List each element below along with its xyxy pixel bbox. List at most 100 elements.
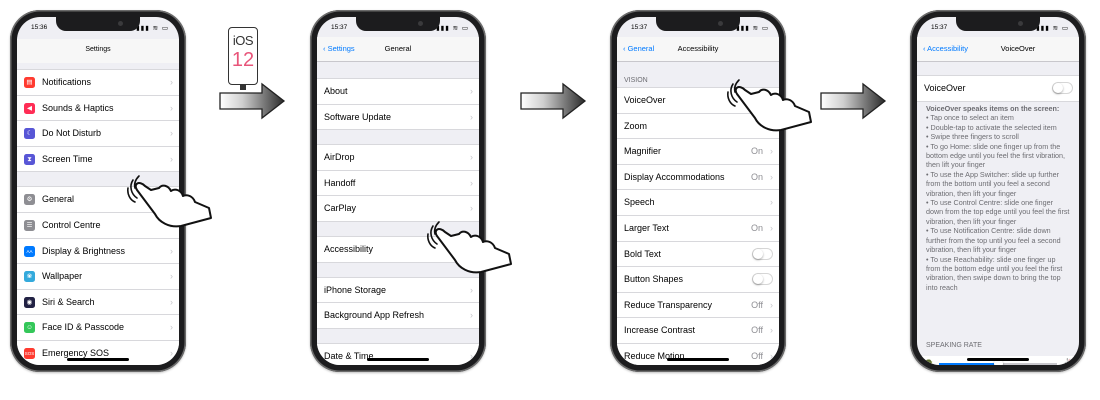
settings-row-do-not-disturb[interactable]: ☾ Do Not Disturb › (17, 121, 179, 147)
general-row-airdrop[interactable]: AirDrop › (317, 144, 479, 171)
accessibility-row-label: Increase Contrast (624, 325, 696, 336)
voiceover-toggle[interactable] (1052, 82, 1073, 94)
voiceover-instruction: • Swipe three fingers to scroll (926, 132, 1019, 142)
voiceover-instruction: • To use Control Centre: slide one finge… (926, 198, 1070, 226)
chevron-right-icon: › (470, 111, 473, 122)
accessibility-row-increase-contrast[interactable]: Increase Contrast Off › (617, 318, 779, 344)
voiceover-toggle-label: VoiceOver (924, 83, 966, 93)
general-row-label: About (324, 86, 348, 96)
accessibility-row-reduce-transparency[interactable]: Reduce Transparency Off › (617, 292, 779, 319)
nav-bar: ‹ Accessibility VoiceOver (917, 37, 1079, 62)
speaking-rate-label: SPEAKING RATE (926, 342, 982, 349)
general-row-handoff[interactable]: Handoff › (317, 170, 479, 197)
accessibility-row-label: VoiceOver (624, 95, 666, 105)
general-row-label: Handoff (324, 177, 356, 188)
chevron-right-icon: › (770, 222, 773, 233)
settings-row-sounds-haptics[interactable]: ◀ Sounds & Haptics › (17, 95, 179, 122)
bold-text-toggle[interactable] (752, 247, 773, 260)
row-value: On (750, 171, 763, 182)
home-indicator (367, 358, 429, 361)
voiceover-instruction: • To use Notification Centre: slide down… (926, 226, 1061, 255)
general-row-label: iPhone Storage (324, 284, 387, 295)
ios-12-badge: iOS 12 (228, 27, 258, 85)
voiceover-description-heading: VoiceOver speaks items on the screen: (926, 104, 1060, 113)
voiceover-toggle-row: VoiceOver (917, 75, 1079, 102)
accessibility-screen: 15:37 ▮▮▮ ≋ ▭ ‹ General Accessibility VI… (617, 17, 779, 365)
wallpaper-icon: ❀ (24, 271, 35, 283)
chevron-right-icon: › (170, 245, 173, 256)
general-row-iphone-storage[interactable]: iPhone Storage › (317, 276, 479, 304)
settings-row-siri-search[interactable]: ◉ Siri & Search › (17, 289, 179, 316)
accessibility-row-magnifier[interactable]: Magnifier On › (617, 139, 779, 165)
general-row-label: CarPlay (324, 203, 357, 214)
status-time: 15:37 (931, 24, 948, 31)
chevron-right-icon: › (770, 350, 773, 361)
settings-row-label: Screen Time (42, 153, 93, 164)
nav-bar: ‹ Settings General (317, 37, 479, 62)
hourglass-icon: ⧗ (24, 153, 35, 165)
chevron-right-icon: › (170, 296, 173, 307)
settings-row-wallpaper[interactable]: ❀ Wallpaper › (17, 264, 179, 290)
accessibility-row-larger-text[interactable]: Larger Text On › (617, 215, 779, 242)
status-icons: ▮▮▮ ≋ ▭ (136, 25, 169, 32)
settings-row-label: Face ID & Passcode (42, 322, 125, 333)
notch (356, 17, 440, 31)
settings-row-label: Notifications (42, 77, 92, 87)
accessibility-row-speech[interactable]: Speech › (617, 190, 779, 216)
chevron-right-icon: › (170, 128, 173, 139)
chevron-right-icon: › (470, 284, 473, 295)
siri-icon: ◉ (24, 296, 35, 308)
general-row-background-app-refresh[interactable]: Background App Refresh › (317, 303, 479, 329)
accessibility-row-label: Reduce Transparency (624, 299, 713, 310)
voiceover-screen: 15:37 ▮▮▮ ≋ ▭ ‹ Accessibility VoiceOver … (917, 17, 1079, 365)
row-value: Off (751, 325, 763, 336)
chevron-right-icon: › (470, 350, 473, 361)
row-value: Off (751, 299, 763, 310)
sos-icon: SOS (24, 347, 35, 359)
ios-version: 12 (231, 49, 255, 71)
hare-icon: 🐇 (1063, 358, 1073, 365)
voiceover-instruction: • To go Home: slide one finger up from t… (926, 141, 1066, 170)
settings-row-face-id-passcode[interactable]: ☺ Face ID & Passcode › (17, 315, 179, 341)
accessibility-row-button-shapes[interactable]: Button Shapes (617, 267, 779, 293)
status-time: 15:36 (31, 24, 48, 31)
voiceover-instruction: • To use the App Switcher: slide up furt… (926, 169, 1060, 198)
button-shapes-toggle[interactable] (752, 273, 773, 286)
accessibility-row-reduce-motion[interactable]: Reduce Motion Off › (617, 343, 779, 365)
accessibility-row-display-accommodations[interactable]: Display Accommodations On › (617, 164, 779, 191)
settings-row-label: Do Not Disturb (42, 128, 102, 139)
chevron-right-icon: › (170, 347, 173, 358)
settings-row-label: General (42, 194, 75, 205)
settings-row-screen-time[interactable]: ⧗ Screen Time › (17, 146, 179, 173)
accessibility-row-label: Zoom (624, 120, 648, 131)
chevron-right-icon: › (770, 197, 773, 208)
tapping-hand-icon (727, 79, 812, 132)
ios-brand: iOS (232, 33, 254, 48)
home-indicator (967, 358, 1029, 361)
turtle-icon: 🐢 (923, 358, 933, 365)
chevron-right-icon: › (770, 299, 773, 310)
voiceover-content: VoiceOver VoiceOver speaks items on the … (917, 62, 1079, 365)
moon-icon: ☾ (24, 128, 35, 140)
accessibility-row-bold-text[interactable]: Bold Text (617, 241, 779, 268)
page-title: VoiceOver (1000, 44, 1036, 53)
general-row-about[interactable]: About › (317, 78, 479, 105)
chevron-right-icon: › (170, 102, 173, 113)
settings-row-label: Sounds & Haptics (42, 102, 114, 113)
general-row-software-update[interactable]: Software Update › (317, 104, 479, 131)
chevron-right-icon: › (470, 203, 473, 214)
settings-row-emergency-sos[interactable]: SOS Emergency SOS › (17, 340, 179, 365)
settings-row-display-brightness[interactable]: AA Display & Brightness › (17, 238, 179, 265)
chevron-right-icon: › (470, 86, 473, 96)
settings-row-label: Siri & Search (42, 296, 95, 307)
accessibility-row-label: Magnifier (624, 146, 662, 157)
status-icons: ▮▮▮ ≋ ▭ (436, 25, 469, 32)
general-row-date-time[interactable]: Date & Time › (317, 342, 479, 365)
accessibility-row-label: Display Accommodations (624, 171, 725, 182)
settings-row-label: Control Centre (42, 219, 101, 230)
brightness-icon: AA (24, 245, 35, 257)
settings-row-notifications[interactable]: ▤ Notifications › (17, 69, 179, 96)
general-row-label: Background App Refresh (324, 310, 425, 321)
status-icons: ▮▮▮ ≋ ▭ (1036, 25, 1069, 32)
status-time: 15:37 (631, 24, 648, 31)
